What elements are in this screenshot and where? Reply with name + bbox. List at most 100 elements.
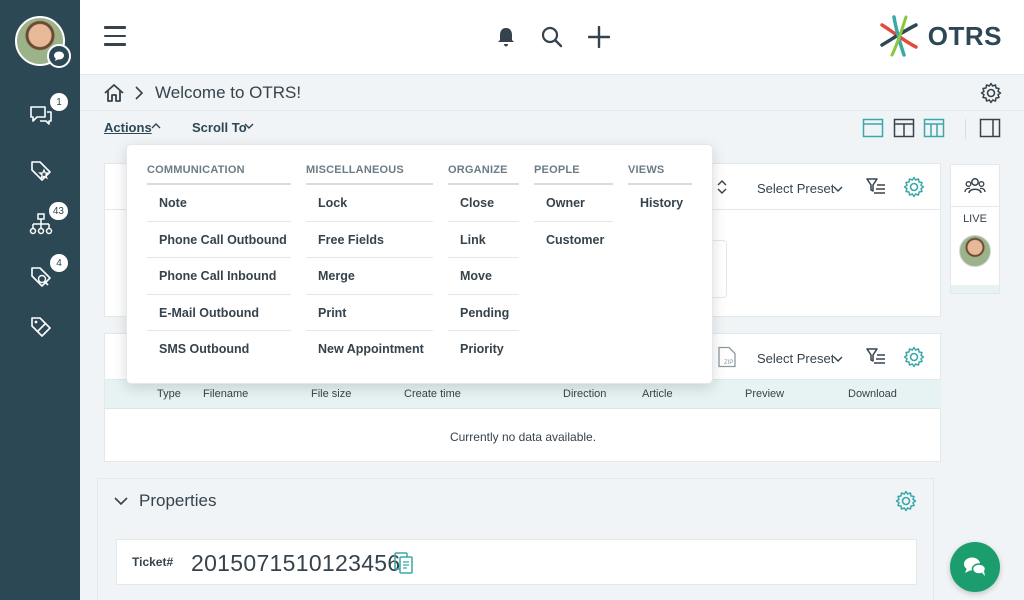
chevron-down-icon[interactable] (114, 496, 128, 506)
menu-item-move[interactable]: Move (448, 258, 519, 295)
live-label: LIVE (963, 213, 987, 225)
gear-icon[interactable] (895, 490, 917, 512)
search-icon[interactable] (539, 24, 565, 50)
chevron-right-icon (135, 86, 144, 100)
star-tag-icon (31, 161, 51, 181)
avatar[interactable] (959, 235, 991, 267)
ticket-label: Ticket# (132, 555, 174, 569)
sidebar-item-hierarchy[interactable]: 43 (26, 202, 68, 240)
menu-group-views: VIEWS History (628, 159, 692, 222)
menu-item-note[interactable]: Note (147, 185, 291, 222)
layout-two-column-icon[interactable] (893, 118, 915, 138)
divider (965, 119, 966, 139)
menu-group-heading: ORGANIZE (448, 159, 519, 185)
actions-bar: Actions Scroll To (80, 111, 1024, 147)
ticket-number-field: Ticket# 2015071510123456 (116, 539, 917, 585)
menu-item-priority[interactable]: Priority (448, 331, 519, 368)
select-preset-dropdown[interactable]: Select Preset (757, 181, 834, 196)
user-avatar[interactable] (15, 16, 71, 68)
menu-item-merge[interactable]: Merge (306, 258, 433, 295)
breadcrumb: Welcome to OTRS! (80, 75, 1024, 111)
sidebar-toggle-icon[interactable] (979, 118, 1001, 138)
menu-item-new-appointment[interactable]: New Appointment (306, 331, 433, 368)
gear-icon[interactable] (903, 346, 925, 368)
chat-icon (964, 557, 987, 576)
otrs-logo-icon (880, 15, 918, 57)
menu-item-close[interactable]: Close (448, 185, 519, 222)
logo-text: OTRS (927, 20, 1002, 51)
edit-tag-icon (31, 317, 51, 337)
menu-icon[interactable] (104, 26, 126, 46)
menu-item-pending[interactable]: Pending (448, 295, 519, 331)
column-header[interactable]: Preview (745, 388, 784, 400)
menu-group-communication: COMMUNICATION Note Phone Call Outbound P… (147, 159, 291, 368)
column-header[interactable]: Type (157, 388, 181, 400)
chevron-down-icon (244, 123, 254, 129)
live-panel-footer (951, 285, 999, 293)
sidebar-badge: 1 (50, 93, 68, 111)
filter-list-icon[interactable] (865, 346, 887, 368)
menu-item-owner[interactable]: Owner (534, 185, 613, 222)
bell-icon[interactable] (493, 24, 519, 50)
copy-icon[interactable] (393, 551, 415, 575)
layout-single-icon[interactable] (862, 118, 884, 138)
plus-icon[interactable] (586, 24, 612, 50)
column-header[interactable]: Filename (203, 388, 248, 400)
sidebar-item-edit[interactable] (26, 312, 56, 342)
chat-status-icon (47, 44, 71, 68)
sort-icon[interactable] (716, 179, 728, 195)
menu-item-phone-call-outbound[interactable]: Phone Call Outbound (147, 222, 291, 258)
menu-item-email-outbound[interactable]: E-Mail Outbound (147, 295, 291, 331)
properties-widget: Properties Ticket# 2015071510123456 (97, 478, 934, 600)
home-icon[interactable] (103, 83, 125, 103)
select-preset-dropdown[interactable]: Select Preset (757, 351, 834, 366)
sidebar: 1 43 4 (0, 0, 80, 600)
chevron-down-icon (833, 356, 843, 362)
gear-icon[interactable] (980, 82, 1002, 104)
empty-state-text: Currently no data available. (449, 430, 597, 444)
menu-item-customer[interactable]: Customer (534, 222, 613, 259)
top-bar: OTRS (80, 0, 1024, 75)
menu-group-organize: ORGANIZE Close Link Move Pending Priorit… (448, 159, 519, 368)
menu-group-people: PEOPLE Owner Customer (534, 159, 613, 258)
column-header[interactable]: Create time (404, 388, 461, 400)
actions-dropdown-menu: COMMUNICATION Note Phone Call Outbound P… (126, 144, 713, 384)
chat-button[interactable] (950, 542, 1000, 592)
users-icon[interactable] (964, 176, 986, 196)
chat-bubbles-icon (30, 106, 52, 125)
svg-text:ZIP: ZIP (724, 360, 733, 366)
menu-group-heading: VIEWS (628, 159, 692, 185)
menu-group-heading: PEOPLE (534, 159, 613, 185)
menu-group-heading: COMMUNICATION (147, 159, 291, 185)
sidebar-item-search[interactable]: 4 (26, 254, 68, 292)
column-header[interactable]: Direction (563, 388, 606, 400)
menu-item-sms-outbound[interactable]: SMS Outbound (147, 331, 291, 368)
layout-three-column-icon[interactable] (923, 118, 945, 138)
menu-item-free-fields[interactable]: Free Fields (306, 222, 433, 258)
live-panel: LIVE (950, 164, 1000, 294)
menu-group-miscellaneous: MISCELLANEOUS Lock Free Fields Merge Pri… (306, 159, 433, 368)
column-header[interactable]: File size (311, 388, 351, 400)
chevron-up-icon (151, 123, 161, 129)
sidebar-badge: 4 (50, 254, 68, 272)
menu-item-lock[interactable]: Lock (306, 185, 433, 222)
menu-item-history[interactable]: History (628, 185, 692, 222)
zip-icon[interactable]: ZIP (716, 346, 738, 368)
menu-group-heading: MISCELLANEOUS (306, 159, 433, 185)
menu-item-print[interactable]: Print (306, 295, 433, 331)
chevron-down-icon (833, 186, 843, 192)
menu-item-link[interactable]: Link (448, 222, 519, 258)
table-header-row: Type Filename File size Create time Dire… (105, 380, 941, 409)
column-header[interactable]: Download (848, 388, 897, 400)
actions-menu-button[interactable]: Actions (104, 120, 152, 135)
sidebar-item-favorites[interactable] (26, 156, 56, 186)
sidebar-item-chat[interactable]: 1 (26, 93, 68, 131)
filter-list-icon[interactable] (865, 176, 887, 198)
page-title: Welcome to OTRS! (155, 83, 302, 102)
otrs-logo[interactable]: OTRS (876, 12, 1002, 60)
scroll-to-button[interactable]: Scroll To (192, 120, 247, 135)
ticket-number: 2015071510123456 (191, 550, 401, 576)
gear-icon[interactable] (903, 176, 925, 198)
menu-item-phone-call-inbound[interactable]: Phone Call Inbound (147, 258, 291, 295)
column-header[interactable]: Article (642, 388, 673, 400)
